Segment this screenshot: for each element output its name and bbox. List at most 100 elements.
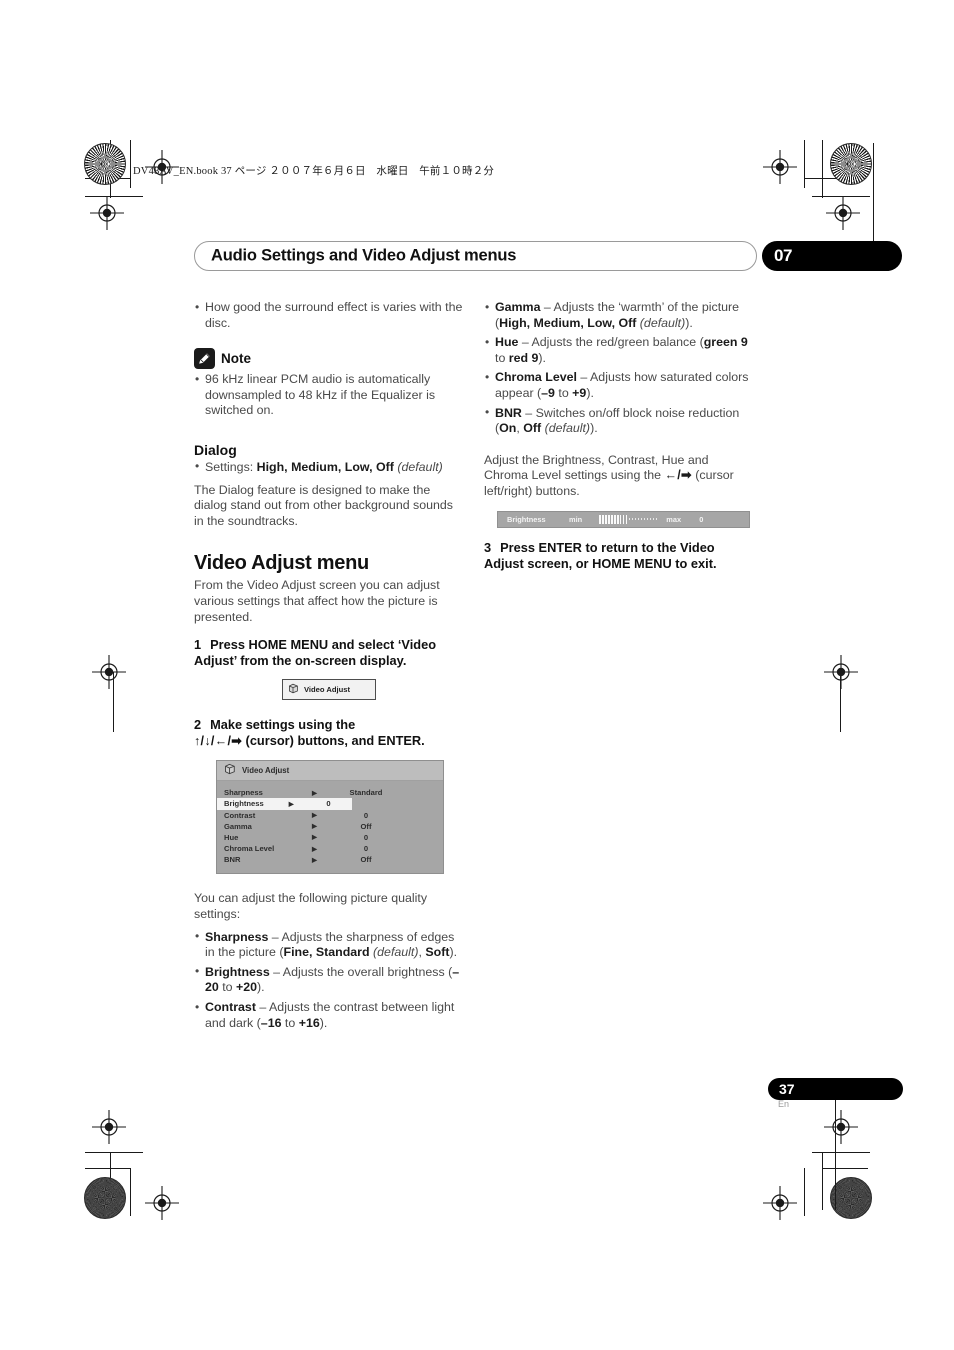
step-1: 1 Press HOME MENU and select ‘Video Adjus… [194, 637, 466, 669]
setting-range-sep: to [281, 1015, 299, 1030]
step-3: 3 Press ENTER to return to the Video Adju… [484, 540, 756, 572]
osd-row-value: Off [360, 821, 372, 831]
registration-mark-bottom-left-a [92, 1110, 126, 1144]
setting-name: Sharpness [205, 929, 269, 944]
dialog-settings-values: High, Medium, Low, Off [256, 459, 394, 474]
pencil-note-icon [194, 348, 215, 370]
osd-row-hue[interactable]: Hue ▶ 0 [217, 832, 443, 843]
setting-values-2: Off [523, 421, 542, 436]
dialog-settings-prefix: Settings: [205, 459, 257, 474]
osd-row-label: Contrast [224, 810, 256, 820]
osd-row-value: 0 [363, 844, 369, 854]
chevron-right-icon: ▶ [288, 800, 294, 808]
osd-row-brightness[interactable]: Brightness ▶ 0 [217, 798, 352, 810]
registration-mark-bottom-left-b [145, 1186, 179, 1220]
star-target-top-right [830, 143, 872, 185]
surround-bullet-list: How good the surround effect is varies w… [194, 299, 466, 331]
setting-values-2: +9 [572, 385, 587, 400]
osd-menu-titlebar: Video Adjust [217, 761, 443, 782]
dialog-heading: Dialog [194, 441, 237, 458]
setting-name: Gamma [495, 300, 541, 314]
setting-default: (default) [544, 421, 591, 436]
osd-menu-title-label: Video Adjust [242, 766, 290, 776]
setting-tail: ). [257, 980, 265, 995]
chevron-right-icon: ▶ [312, 812, 317, 820]
setting-range-sep: to [554, 385, 573, 400]
setting-values: On [499, 421, 517, 436]
osd-row-label: Brightness [224, 799, 264, 809]
setting-values-2: red 9 [508, 350, 539, 365]
osd-row-value: Standard [349, 788, 383, 798]
page-number-badge: 37 [768, 1078, 903, 1100]
list-item-bnr: BNR – Switches on/off block noise reduct… [484, 405, 756, 437]
solid-target-bottom-right [830, 1177, 872, 1219]
solid-target-bottom-left [84, 1177, 126, 1219]
setting-desc: – Adjusts the overall brightness ( [269, 964, 453, 979]
step-2-cursor-arrows: ↑/↓/←/➡ [194, 734, 242, 749]
setting-range-high: +20 [236, 980, 258, 995]
osd-row-label: BNR [224, 855, 241, 865]
registration-mark-mid-left [92, 655, 126, 689]
setting-desc: – Adjusts the red/green balance ( [518, 335, 704, 350]
cube-3d-icon [288, 681, 299, 699]
video-adjust-intro: From the Video Adjust screen you can adj… [194, 578, 440, 624]
trim-line-right [840, 672, 842, 732]
chapter-tick-line [873, 143, 874, 243]
step-1-text: Press HOME MENU and select ‘Video Adjust… [194, 637, 437, 669]
setting-values: High, Medium, Low, Off [499, 315, 637, 330]
dialog-settings-default: (default) [397, 459, 443, 474]
osd-row-gamma[interactable]: Gamma ▶ Off [217, 821, 443, 832]
cube-3d-icon [224, 762, 236, 780]
chevron-right-icon: ▶ [312, 823, 317, 831]
list-item: How good the surround effect is varies w… [194, 299, 466, 331]
osd-row-contrast[interactable]: Contrast ▶ 0 [217, 810, 443, 821]
chevron-right-icon: ▶ [312, 845, 317, 853]
osd-video-adjust-menu[interactable]: Video Adjust Sharpness ▶ Standard Bright… [216, 760, 444, 875]
step-1-number: 1 [194, 637, 202, 653]
osd-chip-label: Video Adjust [304, 685, 350, 695]
osd-row-sharpness[interactable]: Sharpness ▶ Standard [217, 787, 443, 798]
osd-bar-label: Brightness [507, 514, 546, 524]
osd-row-chroma-level[interactable]: Chroma Level ▶ 0 [217, 843, 443, 854]
osd-row-value: Off [360, 855, 372, 865]
chevron-right-icon: ▶ [312, 834, 317, 842]
adjust-instructions-paragraph: Adjust the Brightness, Contrast, Hue and… [484, 453, 756, 500]
setting-tail: ). [319, 1015, 328, 1030]
osd-row-value: 0 [326, 799, 331, 809]
osd-brightness-bar[interactable]: Brightness min max 0 [497, 510, 750, 528]
picture-settings-list-right: Gamma – Adjusts the ‘warmth’ of the pict… [484, 299, 756, 437]
setting-range-sep: to [495, 350, 509, 365]
step-2-text-line2: (cursor) buttons, and ENTER. [242, 733, 425, 749]
star-target-top-left [84, 143, 126, 185]
setting-name: Contrast [205, 1000, 256, 1014]
page-number: 37 [779, 1081, 795, 1097]
setting-tail: ). [590, 421, 598, 436]
osd-video-adjust-chip[interactable]: Video Adjust [282, 679, 376, 701]
list-item-chroma-level: Chroma Level – Adjusts how saturated col… [484, 370, 756, 401]
setting-range-low: –16 [260, 1015, 282, 1030]
book-header-line: DV48AV_EN.book 37 ページ ２００７年６月６日 水曜日 午前１０… [133, 166, 495, 177]
osd-row-value: 0 [363, 832, 369, 842]
left-column: How good the surround effect is varies w… [194, 299, 466, 1035]
list-item-contrast: Contrast – Adjusts the contrast between … [194, 999, 466, 1031]
list-item-hue: Hue – Adjusts the red/green balance (gre… [484, 335, 756, 366]
setting-values: –9 [541, 385, 555, 400]
registration-mark-top-right-b [826, 196, 860, 230]
registration-mark-bottom-right-a [824, 1110, 858, 1144]
osd-bar-gauge[interactable] [599, 514, 658, 524]
setting-values: Fine, Standard [283, 945, 370, 960]
list-item-brightness: Brightness – Adjusts the overall brightn… [194, 964, 466, 996]
setting-value-2: Soft [425, 945, 450, 960]
step-2: 2 Make settings using the ↑/↓/←/➡ (cursor… [194, 717, 466, 749]
note-header: Note [194, 348, 466, 370]
setting-tail: ). [538, 350, 546, 365]
registration-mark-top-left-b [90, 196, 124, 230]
note-label: Note [221, 351, 251, 367]
osd-row-bnr[interactable]: BNR ▶ Off [217, 854, 443, 865]
osd-menu-rows: Sharpness ▶ Standard Brightness ▶ 0 Cont… [217, 781, 443, 873]
setting-tail: ). [449, 945, 458, 960]
osd-bar-max-label: max [666, 514, 682, 524]
list-item-sharpness: Sharpness – Adjusts the sharpness of edg… [194, 929, 466, 961]
chapter-number: 07 [774, 246, 792, 265]
osd-bar-min-label: min [569, 514, 583, 524]
